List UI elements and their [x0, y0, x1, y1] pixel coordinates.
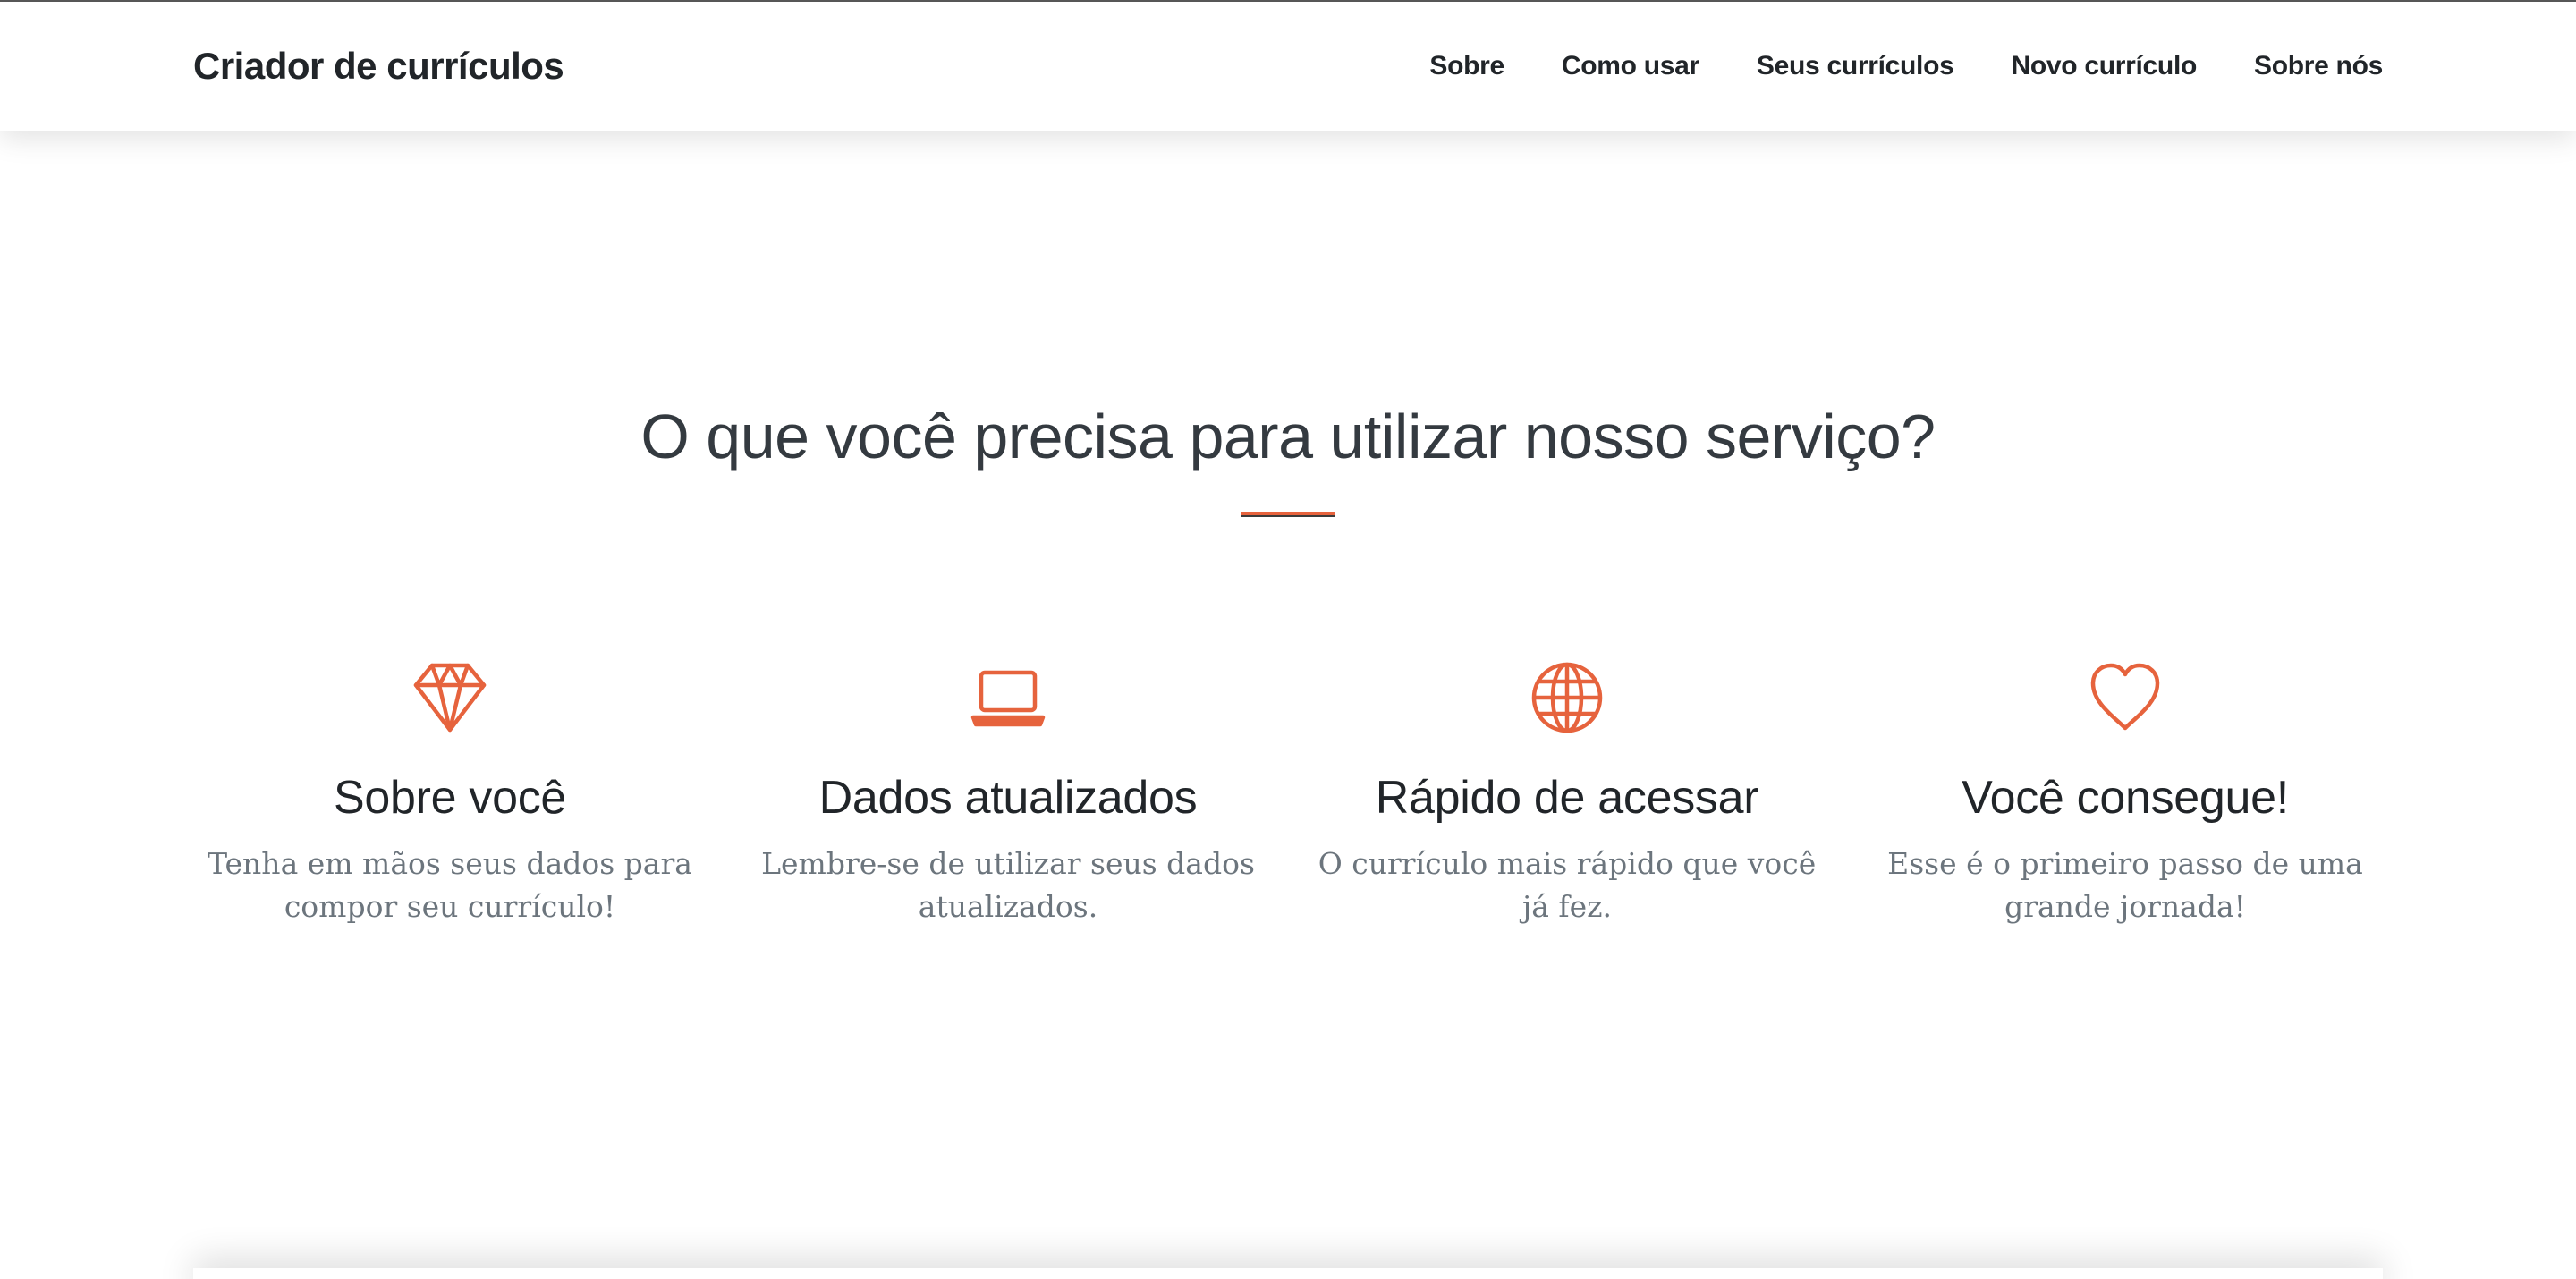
- section-divider: [1241, 512, 1335, 517]
- nav-link-sobre[interactable]: Sobre: [1429, 39, 1504, 93]
- feature-text: Tenha em mãos seus dados para compor seu…: [208, 846, 692, 924]
- globe-icon: [1531, 662, 1603, 733]
- nav-link-seus-curriculos[interactable]: Seus currículos: [1757, 39, 1954, 93]
- feature-title: Sobre você: [333, 772, 567, 824]
- feature-title: Você consegue!: [1962, 772, 2289, 824]
- feature-title: Rápido de acessar: [1375, 772, 1759, 824]
- section-title: O que você precisa para utilizar nosso s…: [640, 402, 1936, 471]
- navbar: Criador de currículos Sobre Como usar Se…: [0, 2, 2576, 131]
- feature-you-can: Você consegue! Esse é o primeiro passo d…: [1875, 660, 2376, 928]
- laptop-icon: [970, 670, 1046, 727]
- heart-icon: [2090, 663, 2160, 731]
- nav-link-novo-curriculo[interactable]: Novo currículo: [2012, 39, 2198, 93]
- nav-link-como-usar[interactable]: Como usar: [1562, 39, 1699, 93]
- feature-updated-data: Dados atualizados Lembre-se de utilizar …: [758, 660, 1258, 928]
- feature-text: Lembre-se de utilizar seus dados atualiz…: [761, 846, 1255, 924]
- brand-link[interactable]: Criador de currículos: [193, 39, 564, 93]
- feature-text: O currículo mais rápido que você já fez.: [1318, 846, 1817, 924]
- feature-text: Esse é o primeiro passo de uma grande jo…: [1887, 846, 2363, 924]
- diamond-icon: [413, 663, 487, 733]
- feature-quick-access: Rápido de acessar O currículo mais rápid…: [1317, 660, 1818, 928]
- feature-title: Dados atualizados: [818, 772, 1198, 824]
- feature-about-you: Sobre você Tenha em mãos seus dados para…: [199, 660, 700, 928]
- nav-links: Sobre Como usar Seus currículos Novo cur…: [1429, 39, 2383, 93]
- nav-link-sobre-nos[interactable]: Sobre nós: [2254, 39, 2383, 93]
- next-section-edge: [193, 1268, 2383, 1279]
